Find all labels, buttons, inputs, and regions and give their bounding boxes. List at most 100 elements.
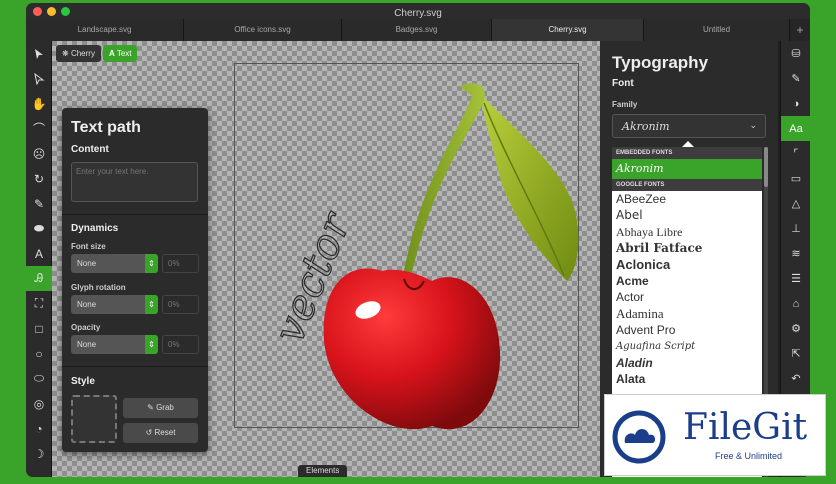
- divider: [62, 366, 208, 367]
- font-item[interactable]: Acme: [612, 273, 762, 289]
- layers-icon[interactable]: ≋: [781, 241, 810, 266]
- list-icon[interactable]: ☰: [781, 266, 810, 291]
- reset-icon: ↺: [145, 428, 153, 437]
- style-swatch[interactable]: [71, 395, 117, 443]
- watermark-tagline: Free & Unlimited: [715, 451, 783, 461]
- breadcrumb: ❋ Cherry A Text: [56, 45, 138, 62]
- glyph-rotation-select[interactable]: None ⇕: [71, 295, 158, 314]
- triangle-icon[interactable]: △: [781, 191, 810, 216]
- font-item[interactable]: Abril Fatface: [612, 240, 762, 256]
- font-item-selected[interactable]: Akronim: [612, 159, 762, 179]
- font-item[interactable]: ABeeZee: [612, 191, 762, 207]
- breadcrumb-text-label: Text: [116, 49, 132, 58]
- font-size-label: Font size: [71, 242, 106, 251]
- grab-label: Grab: [156, 403, 174, 412]
- style-heading: Style: [71, 376, 95, 387]
- font-size-percent[interactable]: 0%: [162, 254, 199, 273]
- tab-badges[interactable]: Badges.svg: [342, 19, 492, 41]
- close-window-button[interactable]: [33, 7, 42, 16]
- rectangle-icon[interactable]: □: [26, 316, 52, 341]
- typography-icon[interactable]: Aa: [781, 116, 810, 141]
- text-tool-icon[interactable]: A: [26, 241, 52, 266]
- ellipse-tilted-icon[interactable]: ⬬: [26, 216, 52, 241]
- opacity-select[interactable]: None ⇕: [71, 335, 158, 354]
- hand-icon[interactable]: ✋: [26, 91, 52, 116]
- reset-label: Reset: [154, 428, 176, 437]
- select-arrow-icon[interactable]: [26, 41, 52, 66]
- opacity-value: None: [77, 340, 97, 349]
- frame-icon[interactable]: ⛶: [26, 291, 52, 316]
- glyph-rotation-value: None: [77, 300, 97, 309]
- text-path-panel: Text path Content Dynamics Font size Non…: [62, 108, 208, 452]
- breadcrumb-cherry-label: Cherry: [70, 49, 95, 58]
- tab-cherry[interactable]: Cherry.svg: [492, 19, 644, 41]
- font-item[interactable]: Abhaya Libre: [612, 224, 762, 240]
- contrast-icon[interactable]: ◑: [781, 91, 810, 116]
- library-icon[interactable]: ⌂: [781, 291, 810, 316]
- family-select[interactable]: Akronim ⌄: [612, 114, 766, 138]
- watermark-brand: FileGit: [683, 407, 808, 448]
- undo-icon[interactable]: ↶: [781, 366, 810, 391]
- paint-bucket-icon[interactable]: ⛁: [781, 41, 810, 66]
- title-bar: Cherry.svg: [26, 3, 810, 19]
- ellipse-icon[interactable]: ⬭: [26, 366, 52, 391]
- chevron-down-icon: ⌄: [749, 120, 757, 130]
- direct-select-icon[interactable]: [26, 66, 52, 91]
- font-item[interactable]: Actor: [612, 289, 762, 305]
- moon-icon[interactable]: ☽: [26, 441, 52, 466]
- export-icon[interactable]: ⇱: [781, 341, 810, 366]
- font-item[interactable]: Abel: [612, 207, 762, 223]
- typography-title: Typography: [612, 53, 709, 72]
- glyph-rotation-label: Glyph rotation: [71, 283, 126, 292]
- text-path-icon[interactable]: Ꭿ: [26, 266, 52, 291]
- cloud-logo-icon: [612, 410, 666, 464]
- divider: [62, 214, 208, 215]
- font-item[interactable]: Aladin: [612, 355, 762, 371]
- left-toolbar: ✋ ⌒ ☹ ↻ ✎ ⬬ A Ꭿ ⛶ □ ○ ⬭ ◎ ◔ ☽: [26, 41, 52, 477]
- window-title: Cherry.svg: [394, 8, 442, 19]
- opacity-percent[interactable]: 0%: [162, 335, 199, 354]
- tab-office-icons[interactable]: Office icons.svg: [184, 19, 342, 41]
- comment-icon[interactable]: ▭: [781, 166, 810, 191]
- circle-icon[interactable]: ○: [26, 341, 52, 366]
- tab-landscape[interactable]: Landscape.svg: [26, 19, 184, 41]
- face-icon[interactable]: ☹: [26, 141, 52, 166]
- glyph-rotation-percent[interactable]: 0%: [162, 295, 199, 314]
- tab-untitled[interactable]: Untitled: [644, 19, 790, 41]
- embedded-fonts-header: EMBEDDED FONTS: [612, 147, 762, 159]
- breadcrumb-cherry[interactable]: ❋ Cherry: [56, 45, 101, 62]
- maximize-window-button[interactable]: [61, 7, 70, 16]
- grab-button[interactable]: ✎ Grab: [123, 398, 198, 418]
- font-size-value: None: [77, 259, 97, 268]
- breadcrumb-text[interactable]: A Text: [102, 45, 138, 62]
- font-item[interactable]: Adamina: [612, 306, 762, 322]
- panel-title: Text path: [71, 119, 141, 136]
- family-label: Family: [612, 100, 638, 109]
- font-item[interactable]: Aclonica: [612, 257, 762, 273]
- stepper-icon: ⇕: [145, 335, 158, 354]
- stepper-icon: ⇕: [145, 295, 158, 314]
- pen-icon[interactable]: ✎: [26, 191, 52, 216]
- font-item[interactable]: Aguafina Script: [612, 339, 762, 355]
- corner-icon[interactable]: ⌜: [781, 141, 810, 166]
- font-size-select[interactable]: None ⇕: [71, 254, 158, 273]
- warp-icon[interactable]: ⌒: [26, 116, 52, 141]
- elements-button[interactable]: Elements: [298, 465, 348, 477]
- add-tab-button[interactable]: +: [790, 19, 810, 41]
- font-heading: Font: [612, 78, 634, 89]
- gear-icon[interactable]: ⚙: [781, 316, 810, 341]
- font-item[interactable]: Advent Pro: [612, 322, 762, 338]
- family-value: Akronim: [622, 120, 670, 133]
- align-icon[interactable]: ⊥: [781, 216, 810, 241]
- brush-icon[interactable]: ✎: [781, 66, 810, 91]
- minimize-window-button[interactable]: [47, 7, 56, 16]
- content-input[interactable]: [71, 162, 198, 202]
- pie-icon[interactable]: ◔: [26, 416, 52, 441]
- filegit-watermark: FileGit Free & Unlimited: [604, 394, 826, 476]
- reset-button[interactable]: ↺ Reset: [123, 423, 198, 443]
- ring-icon[interactable]: ◎: [26, 391, 52, 416]
- font-item[interactable]: Alata: [612, 371, 762, 387]
- rotate-icon[interactable]: ↻: [26, 166, 52, 191]
- content-heading: Content: [71, 144, 109, 155]
- google-fonts-header: GOOGLE FONTS: [612, 179, 762, 191]
